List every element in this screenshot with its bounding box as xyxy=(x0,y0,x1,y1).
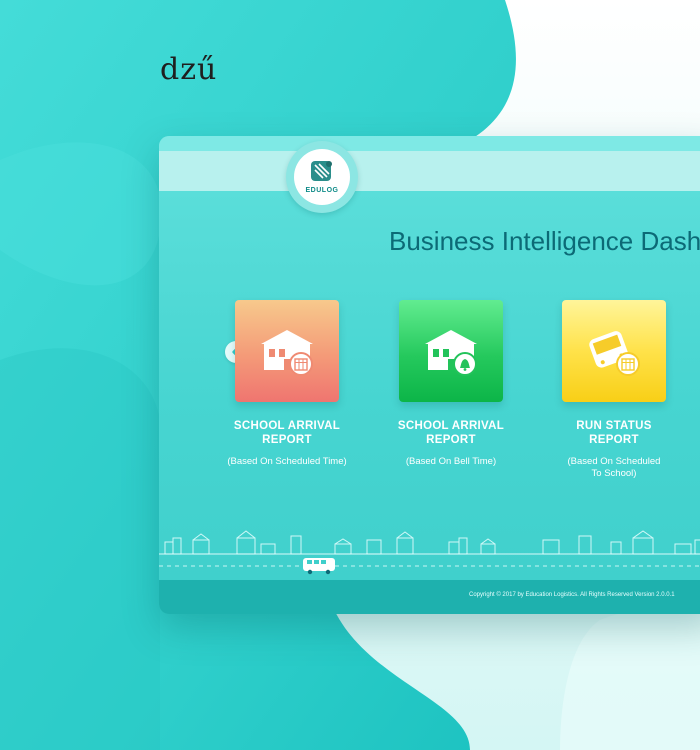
bus-calendar-icon xyxy=(589,331,640,376)
header-top-strip xyxy=(159,136,700,151)
report-tile[interactable] xyxy=(235,300,339,402)
report-card-title[interactable]: RUN STATUS REPORT xyxy=(539,419,689,447)
town-road-illustration xyxy=(159,530,700,575)
footer-bar: Copyright © 2017 by Education Logistics.… xyxy=(159,580,700,614)
title-line: REPORT xyxy=(589,434,639,446)
report-tile[interactable] xyxy=(562,300,666,402)
report-card-title[interactable]: SCHOOL ARRIVAL REPORT xyxy=(376,419,526,447)
header-strip xyxy=(159,151,700,191)
edulog-mark-icon xyxy=(311,161,332,181)
report-tile[interactable] xyxy=(399,300,503,402)
report-card-subtitle: (Based On Scheduled To School) xyxy=(539,456,689,480)
report-card-run-status[interactable]: RUN STATUS REPORT (Based On Scheduled To… xyxy=(539,300,689,480)
report-card-school-arrival-scheduled[interactable]: SCHOOL ARRIVAL REPORT (Based On Schedule… xyxy=(212,300,362,468)
title-line: SCHOOL ARRIVAL xyxy=(397,420,505,432)
subtitle-line: (Based On Scheduled xyxy=(567,456,661,467)
edulog-logo[interactable]: EDULOG xyxy=(286,141,358,213)
title-line: REPORT xyxy=(262,434,312,446)
title-line: REPORT xyxy=(426,434,476,446)
brand-logo: dzű xyxy=(160,52,218,87)
title-line: SCHOOL ARRIVAL xyxy=(233,420,341,432)
logo-label: EDULOG xyxy=(305,187,339,194)
app-window: EDULOG Business Intelligence Dashboard xyxy=(159,136,700,614)
report-card-subtitle: (Based On Scheduled Time) xyxy=(227,456,347,467)
report-card-title[interactable]: SCHOOL ARRIVAL REPORT xyxy=(212,419,362,447)
school-bell-icon xyxy=(425,330,477,376)
school-calendar-icon xyxy=(261,330,313,376)
title-line: RUN STATUS xyxy=(576,420,652,432)
copyright-text: Copyright © 2017 by Education Logistics.… xyxy=(469,592,675,598)
subtitle-line: To School) xyxy=(591,468,637,479)
report-card-school-arrival-bell[interactable]: SCHOOL ARRIVAL REPORT (Based On Bell Tim… xyxy=(376,300,526,468)
logo-disc: EDULOG xyxy=(294,149,350,205)
page-title: Business Intelligence Dashboard xyxy=(389,226,700,256)
school-bus-icon xyxy=(303,558,335,575)
report-card-subtitle: (Based On Bell Time) xyxy=(405,456,497,467)
